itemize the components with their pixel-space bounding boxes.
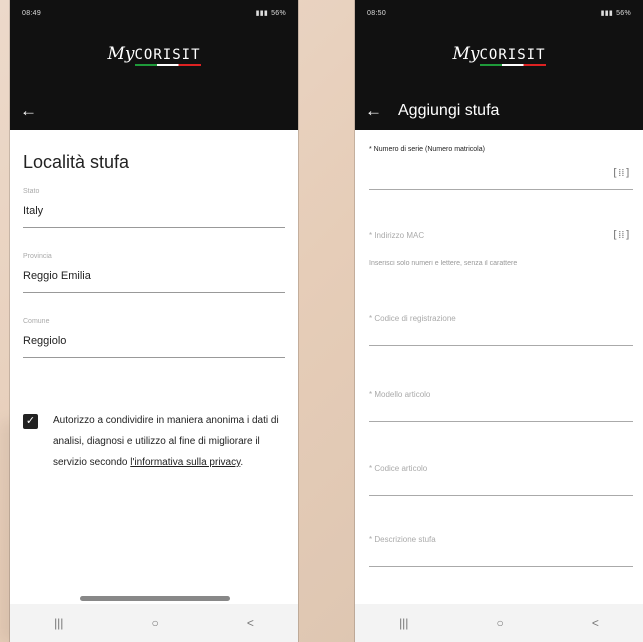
back-arrow-icon[interactable]: ← xyxy=(365,101,382,121)
logo-my: My xyxy=(107,44,135,64)
province-value[interactable]: Reggio Emilia xyxy=(23,264,285,293)
privacy-policy-link[interactable]: l'informativa sulla privacy xyxy=(130,457,240,468)
logo-brand: CORISIT xyxy=(134,47,201,66)
country-value[interactable]: Italy xyxy=(23,199,285,228)
app-bar: ← Aggiungi stufa xyxy=(355,92,643,130)
municipality-label: Comune xyxy=(23,318,50,325)
article-code-label: * Codice articolo xyxy=(369,464,428,473)
back-button[interactable]: < xyxy=(247,616,254,630)
phone-screen-add-stove: 08:50 ▮▮▮ 56% MyCORISIT ← Aggiungi stufa … xyxy=(355,0,643,642)
brand-logo: MyCORISIT xyxy=(10,44,298,66)
status-icons: ▮▮▮ 56% xyxy=(600,9,631,18)
back-button[interactable]: < xyxy=(592,616,599,630)
brand-logo: MyCORISIT xyxy=(355,44,643,66)
system-nav-bar: ||| ○ < xyxy=(355,604,643,642)
registration-code-label: * Codice di registrazione xyxy=(369,314,456,323)
page-title: Località stufa xyxy=(23,152,130,172)
top-bar: 08:49 ▮▮▮ 56% MyCORISIT ← xyxy=(10,0,298,130)
logo-my: My xyxy=(452,44,480,64)
consent-text: Autorizzo a condividire in maniera anoni… xyxy=(53,410,285,473)
municipality-value[interactable]: Reggiolo xyxy=(23,329,285,358)
signal-icon: ▮▮▮ xyxy=(600,10,614,17)
back-arrow-icon[interactable]: ← xyxy=(20,101,37,121)
consent-end: . xyxy=(240,457,244,468)
province-field[interactable]: Provincia Reggio Emilia xyxy=(23,250,285,293)
location-form: Località stufa Stato Italy Provincia Reg… xyxy=(10,152,298,473)
top-bar: 08:50 ▮▮▮ 56% MyCORISIT ← Aggiungi stufa xyxy=(355,0,643,130)
privacy-consent: ✓ Autorizzo a condividire in maniera ano… xyxy=(23,414,285,473)
stove-description-field[interactable]: * Descrizione stufa xyxy=(369,535,633,567)
home-button[interactable]: ○ xyxy=(497,616,504,630)
battery-level: 56% xyxy=(616,9,631,17)
serial-number-field[interactable]: * Numero di serie (Numero matricola) [⁞⁞… xyxy=(369,146,633,190)
home-button[interactable]: ○ xyxy=(152,616,159,630)
stove-description-label: * Descrizione stufa xyxy=(369,535,436,544)
registration-code-field[interactable]: * Codice di registrazione xyxy=(369,314,633,346)
mac-address-field[interactable]: * Indirizzo MAC [⁞⁞] xyxy=(369,228,633,255)
status-icons: ▮▮▮ 56% xyxy=(255,9,286,18)
app-bar: ← xyxy=(10,92,298,130)
status-bar: 08:49 ▮▮▮ 56% xyxy=(10,0,298,26)
country-label: Stato xyxy=(23,188,40,195)
signal-icon: ▮▮▮ xyxy=(255,10,269,17)
mac-hint: Inserisci solo numeri e lettere, senza i… xyxy=(369,260,518,267)
serial-scan-icon[interactable]: [⁞⁞] xyxy=(612,166,631,179)
add-stove-form: * Numero di serie (Numero matricola) [⁞⁞… xyxy=(355,146,643,567)
italian-flag-stripe xyxy=(479,64,546,66)
logo-brand-text: CORISIT xyxy=(134,47,201,63)
battery-level: 56% xyxy=(271,9,286,17)
phone-screen-location: 08:49 ▮▮▮ 56% MyCORISIT ← Località stufa … xyxy=(10,0,298,642)
page-title: Aggiungi stufa xyxy=(398,102,500,119)
recent-apps-button[interactable]: ||| xyxy=(54,616,63,630)
recent-apps-button[interactable]: ||| xyxy=(399,616,408,630)
country-field[interactable]: Stato Italy xyxy=(23,185,285,228)
serial-number-label: * Numero di serie (Numero matricola) xyxy=(369,146,485,153)
status-time: 08:49 xyxy=(22,9,42,17)
model-label: * Modello articolo xyxy=(369,390,431,399)
province-label: Provincia xyxy=(23,253,52,260)
logo-brand: CORISIT xyxy=(479,47,546,66)
consent-checkbox[interactable]: ✓ xyxy=(23,414,38,429)
logo-brand-text: CORISIT xyxy=(479,47,546,63)
model-field[interactable]: * Modello articolo xyxy=(369,390,633,422)
article-code-field[interactable]: * Codice articolo xyxy=(369,464,633,496)
scroll-indicator[interactable] xyxy=(80,596,230,601)
municipality-field[interactable]: Comune Reggiolo xyxy=(23,315,285,358)
mac-address-label: * Indirizzo MAC xyxy=(369,231,425,240)
system-nav-bar: ||| ○ < xyxy=(10,604,298,642)
italian-flag-stripe xyxy=(134,64,201,66)
status-bar: 08:50 ▮▮▮ 56% xyxy=(355,0,643,26)
mac-scan-icon[interactable]: [⁞⁞] xyxy=(612,228,631,241)
status-time: 08:50 xyxy=(367,9,387,17)
